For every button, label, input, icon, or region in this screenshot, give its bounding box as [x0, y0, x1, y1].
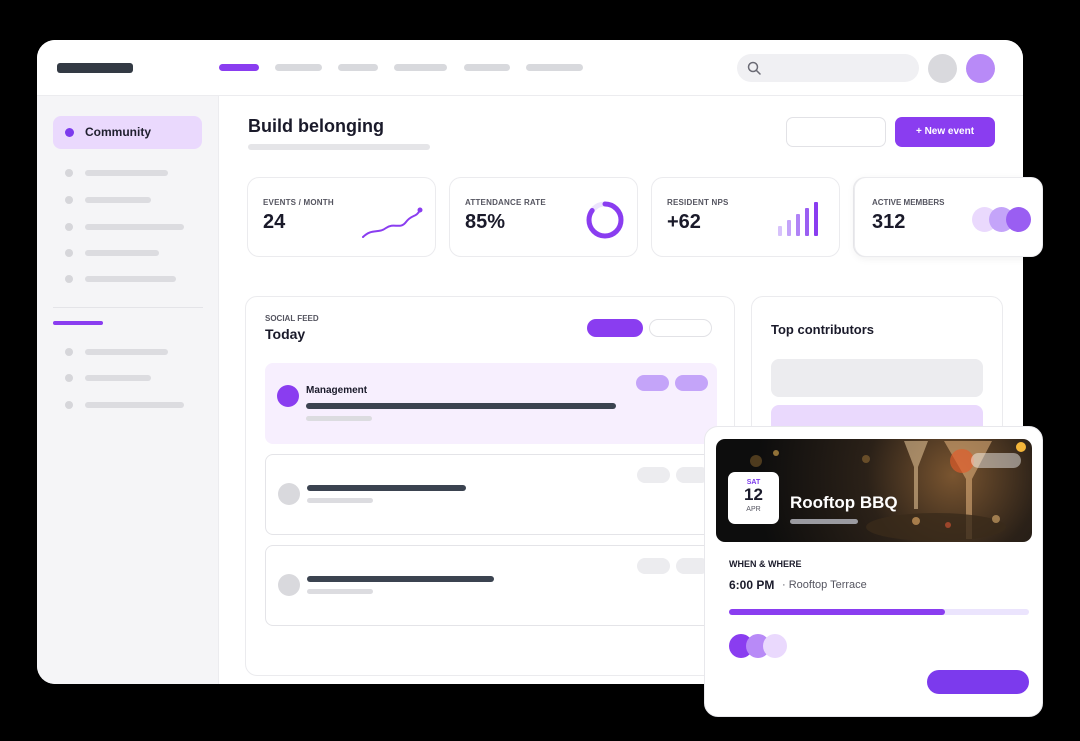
donut-chart-icon: [586, 201, 624, 239]
rsvp-progress-fill: [729, 609, 945, 615]
event-subtitle-placeholder: [790, 519, 858, 524]
feed-post[interactable]: [265, 454, 717, 535]
event-day: 12: [744, 485, 763, 504]
post-text-placeholder: [307, 576, 494, 582]
sidebar-item-placeholder: [85, 349, 168, 355]
rsvp-progress: [729, 609, 1029, 615]
attendee-avatar: [763, 634, 787, 658]
dot-icon: [65, 275, 73, 283]
contributors-title: Top contributors: [771, 322, 875, 337]
stat-card-members[interactable]: ACTIVE MEMBERS 312: [854, 177, 1043, 257]
sidebar-item-placeholder: [85, 250, 159, 256]
stat-value: 24: [263, 211, 286, 233]
nav-item[interactable]: [464, 64, 510, 71]
event-title: Rooftop BBQ: [790, 493, 898, 512]
stat-card-attendance[interactable]: ATTENDANCE RATE 85%: [449, 177, 638, 257]
sidebar-item-placeholder: [85, 276, 176, 282]
avatar: [278, 483, 300, 505]
stat-value: 312: [872, 211, 906, 233]
nav-item[interactable]: [338, 64, 378, 71]
sidebar: Community: [37, 96, 219, 684]
social-feed-panel: SOCIAL FEED Today Management: [245, 296, 735, 676]
event-month: APR: [746, 506, 761, 513]
post-tag[interactable]: [637, 558, 670, 574]
feed-filter[interactable]: [649, 319, 712, 337]
event-date-badge: SAT 12 APR: [728, 472, 779, 524]
dot-icon: [65, 196, 73, 204]
logo[interactable]: [57, 63, 133, 73]
post-text-placeholder: [306, 403, 616, 409]
post-tag[interactable]: [637, 467, 670, 483]
sidebar-item-placeholder: [85, 197, 151, 203]
trend-line-icon: [362, 207, 423, 238]
dot-icon: [65, 374, 73, 382]
hero-badge: [971, 453, 1021, 468]
dot-icon: [65, 249, 73, 257]
event-place: · Rooftop Terrace: [782, 579, 867, 591]
secondary-button[interactable]: [786, 117, 886, 147]
post-author: Management: [306, 385, 368, 396]
avatar: [277, 385, 299, 407]
search-input[interactable]: [737, 54, 919, 82]
post-meta-placeholder: [307, 589, 373, 594]
sidebar-item-placeholder: [85, 375, 151, 381]
notifications-avatar[interactable]: [928, 54, 957, 83]
sidebar-section-marker: [53, 321, 103, 325]
stat-label: EVENTS / MONTH: [263, 198, 334, 207]
stat-value: 85%: [465, 211, 506, 233]
when-where-label: WHEN & WHERE: [729, 559, 802, 569]
event-time: 6:00 PM: [729, 578, 775, 592]
dot-icon: [65, 401, 73, 409]
event-hero-image: SAT 12 APR Rooftop BBQ: [716, 439, 1032, 542]
dot-icon: [65, 223, 73, 231]
stat-label: ACTIVE MEMBERS: [872, 198, 945, 207]
stat-label: ATTENDANCE RATE: [465, 198, 546, 207]
sidebar-item-placeholder: [85, 224, 184, 230]
contributor-row[interactable]: [771, 359, 983, 397]
sidebar-divider: [53, 307, 203, 308]
top-bar: [37, 40, 1023, 96]
dot-icon: [65, 128, 74, 137]
feed-kicker: SOCIAL FEED: [265, 314, 319, 323]
post-text-placeholder: [307, 485, 466, 491]
nav-item-active[interactable]: [219, 64, 259, 71]
page-subtitle-placeholder: [248, 144, 430, 150]
page-title: Build belonging: [248, 116, 384, 136]
post-tag[interactable]: [636, 375, 669, 391]
dot-icon: [65, 348, 73, 356]
member-avatar: [1006, 207, 1031, 232]
bar-chart-icon: [778, 202, 818, 236]
search-icon: [747, 61, 761, 75]
dot-icon: [65, 169, 73, 177]
stat-card-events[interactable]: EVENTS / MONTH 24: [247, 177, 436, 257]
event-card[interactable]: SAT 12 APR Rooftop BBQ WHEN & WHERE 6:00…: [704, 426, 1043, 717]
post-tag[interactable]: [675, 375, 708, 391]
feed-post[interactable]: [265, 545, 717, 626]
nav-item[interactable]: [526, 64, 583, 71]
stat-label: RESIDENT NPS: [667, 198, 729, 207]
avatar: [278, 574, 300, 596]
sidebar-item-placeholder: [85, 402, 184, 408]
feed-filter-active[interactable]: [587, 319, 643, 337]
rsvp-button[interactable]: [927, 670, 1029, 694]
post-meta-placeholder: [307, 498, 373, 503]
user-avatar[interactable]: [966, 54, 995, 83]
sidebar-item-placeholder: [85, 170, 168, 176]
sidebar-item-label: Community: [85, 125, 151, 139]
feed-post[interactable]: Management: [265, 363, 717, 444]
stat-card-nps[interactable]: RESIDENT NPS +62: [651, 177, 840, 257]
new-event-button[interactable]: + New event: [895, 117, 995, 147]
nav-item[interactable]: [275, 64, 322, 71]
feed-title: Today: [265, 326, 306, 342]
sidebar-item-community[interactable]: Community: [53, 116, 202, 149]
nav-item[interactable]: [394, 64, 447, 71]
post-meta-placeholder: [306, 416, 372, 421]
stat-value: +62: [667, 211, 701, 233]
